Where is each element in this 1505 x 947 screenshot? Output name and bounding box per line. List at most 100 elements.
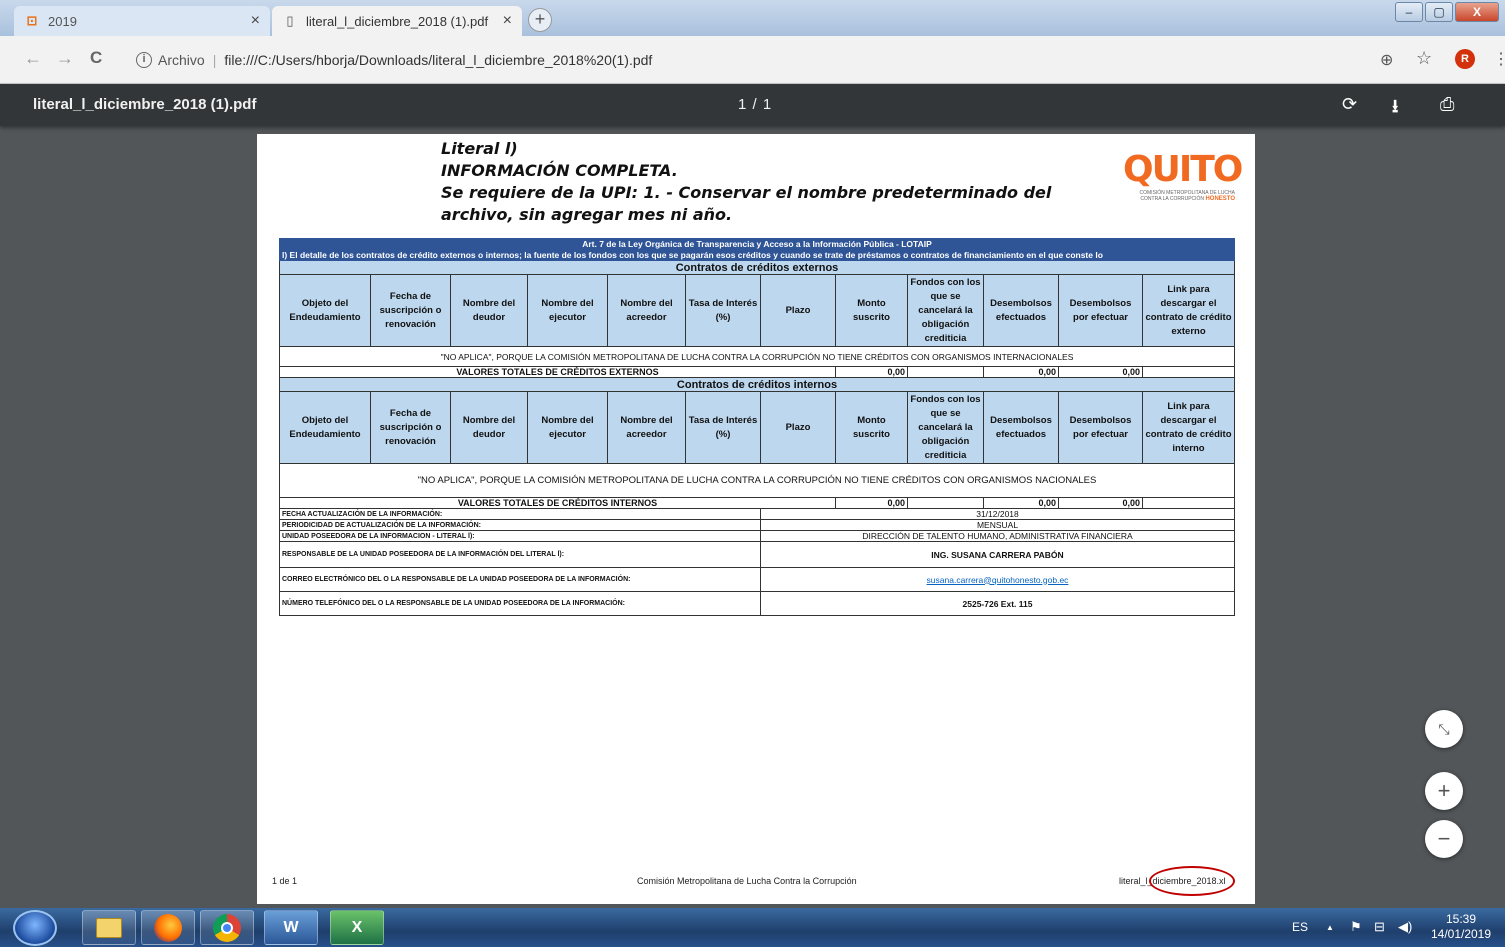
total-fondos xyxy=(907,366,984,378)
firefox-icon xyxy=(154,913,182,942)
reload-icon[interactable]: C xyxy=(90,48,102,68)
info-value: DIRECCIÓN DE TALENTO HUMANO, ADMINISTRAT… xyxy=(760,530,1235,542)
bookmark-star-icon[interactable]: ☆ xyxy=(1416,48,1432,69)
minimize-button[interactable]: – xyxy=(1395,2,1423,22)
info-row: FECHA ACTUALIZACIÓN DE LA INFORMACIÓN: 3… xyxy=(279,508,1235,520)
start-button[interactable] xyxy=(13,910,57,946)
close-icon[interactable]: × xyxy=(503,12,512,30)
footer-center: Comisión Metropolitana de Lucha Contra l… xyxy=(637,876,857,886)
maximize-button[interactable]: ▢ xyxy=(1425,2,1453,22)
section-title-internal: Contratos de créditos internos xyxy=(279,377,1235,392)
heading-line: Literal l) xyxy=(441,139,518,158)
info-value: 31/12/2018 xyxy=(760,508,1235,520)
close-icon[interactable]: × xyxy=(251,12,260,30)
back-icon[interactable]: ← xyxy=(24,48,42,69)
pdf-title: literal_l_diciembre_2018 (1).pdf xyxy=(33,96,257,113)
zoom-out-button[interactable]: − xyxy=(1425,820,1463,858)
taskbar-chrome[interactable] xyxy=(200,910,254,945)
new-tab-button[interactable]: + xyxy=(528,8,552,32)
info-row: PERIODICIDAD DE ACTUALIZACIÓN DE LA INFO… xyxy=(279,519,1235,531)
heading-line: Se requiere de la UPI: 1. - Conservar el… xyxy=(441,183,1052,202)
document-heading: Literal l) INFORMACIÓN COMPLETA. Se requ… xyxy=(441,138,1051,226)
volume-icon[interactable]: ◀) xyxy=(1398,919,1412,935)
email-link[interactable]: susana.carrera@quitohonesto.gob.ec xyxy=(927,575,1069,585)
info-label: FECHA ACTUALIZACIÓN DE LA INFORMACIÓN: xyxy=(279,508,761,520)
excel-icon: X xyxy=(351,918,363,936)
logo-text: QUITO xyxy=(1123,149,1243,190)
taskbar-explorer[interactable] xyxy=(82,910,136,945)
total-por-efectuar: 0,00 xyxy=(1058,497,1143,509)
rotate-icon[interactable]: ⟳ xyxy=(1342,94,1357,115)
grid-icon: ⊡ xyxy=(26,13,38,28)
menu-icon[interactable]: ⋮ xyxy=(1493,49,1505,69)
info-icon[interactable]: i xyxy=(136,52,152,68)
info-label: NÚMERO TELEFÓNICO DEL O LA RESPONSABLE D… xyxy=(279,591,761,616)
forward-icon[interactable]: → xyxy=(56,48,74,69)
taskbar-firefox[interactable] xyxy=(141,910,195,945)
info-label: UNIDAD POSEEDORA DE LA INFORMACION - LIT… xyxy=(279,530,761,542)
info-row: RESPONSABLE DE LA UNIDAD POSEEDORA DE LA… xyxy=(279,541,1235,568)
heading-line: archivo, sin agregar mes ni año. xyxy=(441,205,733,224)
column-header: Tasa de Interés (%) xyxy=(685,391,761,464)
total-efectuados: 0,00 xyxy=(983,497,1059,509)
column-header: Monto suscrito xyxy=(835,274,908,347)
zoom-in-button[interactable]: + xyxy=(1425,772,1463,810)
header-row-external: Objeto del Endeudamiento Fecha de suscri… xyxy=(279,274,1235,347)
folder-icon xyxy=(96,917,122,938)
info-value: 2525-726 Ext. 115 xyxy=(760,591,1235,616)
fit-page-button[interactable]: ⤡ xyxy=(1425,710,1463,748)
info-label: CORREO ELECTRÓNICO DEL O LA RESPONSABLE … xyxy=(279,567,761,592)
browser-tab-bar: ⊡ 2019 × ▯ literal_l_diciembre_2018 (1).… xyxy=(0,0,1505,36)
avatar[interactable]: R xyxy=(1455,49,1475,69)
tab-pdf[interactable]: ▯ literal_l_diciembre_2018 (1).pdf × xyxy=(272,6,522,36)
column-header: Nombre del acreedor xyxy=(607,274,686,347)
lotaip-table: Art. 7 de la Ley Orgánica de Transparenc… xyxy=(279,238,1235,616)
info-row: CORREO ELECTRÓNICO DEL O LA RESPONSABLE … xyxy=(279,567,1235,592)
taskbar: W X ES ▲ ⚑ ⊟ ◀) 15:39 14/01/2019 xyxy=(0,908,1505,947)
column-header: Nombre del acreedor xyxy=(607,391,686,464)
totals-label: VALORES TOTALES DE CRÉDITOS INTERNOS xyxy=(279,497,836,509)
word-icon: W xyxy=(283,918,299,936)
heading-line: INFORMACIÓN COMPLETA. xyxy=(441,161,678,180)
browser-toolbar: ← → C i Archivo | file:///C:/Users/hborj… xyxy=(0,36,1505,84)
taskbar-excel[interactable]: X xyxy=(330,910,384,945)
column-header: Link para descargar el contrato de crédi… xyxy=(1142,391,1235,464)
column-header: Fecha de suscripción o renovación xyxy=(370,274,451,347)
flag-icon[interactable]: ⚑ xyxy=(1350,919,1362,935)
total-efectuados: 0,00 xyxy=(983,366,1059,378)
zoom-icon[interactable]: ⊕ xyxy=(1380,50,1393,70)
column-header: Desembolsos efectuados xyxy=(983,391,1059,464)
total-por-efectuar: 0,00 xyxy=(1058,366,1143,378)
tab-label: 2019 xyxy=(48,13,77,29)
column-header: Objeto del Endeudamiento xyxy=(279,391,371,464)
network-icon[interactable]: ⊟ xyxy=(1374,919,1385,935)
column-header: Fondos con los que se cancelará la oblig… xyxy=(907,274,984,347)
clock-time: 15:39 xyxy=(1445,912,1477,926)
info-value: ING. SUSANA CARRERA PABÓN xyxy=(760,541,1235,568)
logo-brand: HONESTO xyxy=(1205,196,1235,202)
download-icon[interactable]: ⭳ xyxy=(1392,94,1398,124)
print-icon[interactable]: ⎙ xyxy=(1440,94,1454,115)
column-header: Desembolsos por efectuar xyxy=(1058,274,1143,347)
info-value: susana.carrera@quitohonesto.gob.ec xyxy=(760,567,1235,592)
language-indicator[interactable]: ES xyxy=(1292,920,1308,934)
no-aplica-external: "NO APLICA", PORQUE LA COMISIÓN METROPOL… xyxy=(279,346,1235,367)
footer-page: 1 de 1 xyxy=(272,876,298,886)
clock-date: 14/01/2019 xyxy=(1430,927,1492,941)
chrome-icon xyxy=(213,913,241,942)
totals-row-internal: VALORES TOTALES DE CRÉDITOS INTERNOS 0,0… xyxy=(279,497,1235,509)
total-monto: 0,00 xyxy=(835,366,908,378)
banner-lotaip: Art. 7 de la Ley Orgánica de Transparenc… xyxy=(279,238,1235,250)
taskbar-word[interactable]: W xyxy=(264,910,318,945)
clock[interactable]: 15:39 14/01/2019 xyxy=(1428,912,1494,942)
pdf-page: Literal l) INFORMACIÓN COMPLETA. Se requ… xyxy=(257,134,1255,904)
tab-2019[interactable]: ⊡ 2019 × xyxy=(14,6,270,36)
column-header: Nombre del deudor xyxy=(450,391,528,464)
tray-expand-icon[interactable]: ▲ xyxy=(1326,923,1334,932)
info-row: UNIDAD POSEEDORA DE LA INFORMACION - LIT… xyxy=(279,530,1235,542)
page-indicator: 1 / 1 xyxy=(738,96,773,113)
address-bar[interactable]: i Archivo | file:///C:/Users/hborja/Down… xyxy=(124,44,1368,76)
column-header: Nombre del ejecutor xyxy=(527,391,608,464)
close-window-button[interactable]: X xyxy=(1455,2,1499,22)
address-url[interactable]: file:///C:/Users/hborja/Downloads/litera… xyxy=(224,52,652,68)
